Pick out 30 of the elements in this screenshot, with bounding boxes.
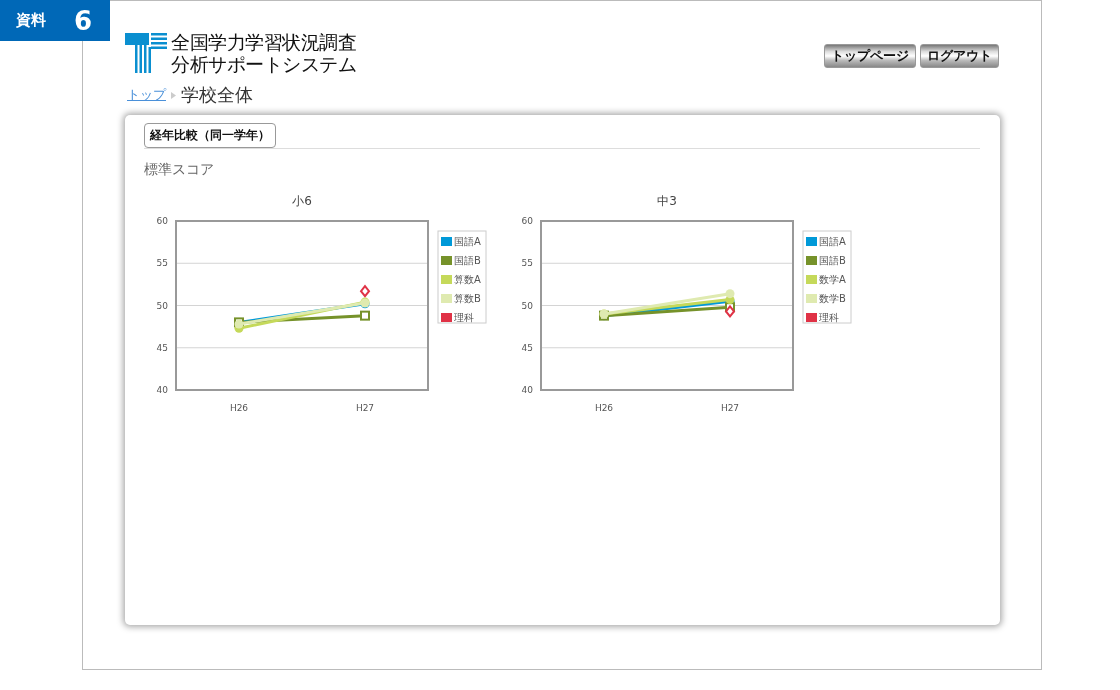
legend-label: 理科 xyxy=(454,312,474,323)
y-tick-label: 40 xyxy=(156,385,168,395)
system-title: 全国学力学習状況調査 分析サポートシステム xyxy=(171,31,356,75)
legend-label: 算数A xyxy=(454,274,481,285)
x-tick-label: H27 xyxy=(720,403,740,413)
legend-label: 理科 xyxy=(819,312,839,323)
y-tick-label: 45 xyxy=(156,342,168,353)
legend-label: 数学B xyxy=(819,293,846,304)
y-tick-label: 50 xyxy=(156,300,168,311)
chart-title: 小6 xyxy=(292,194,312,208)
y-tick-label: 55 xyxy=(521,258,533,269)
x-tick-label: H26 xyxy=(229,403,249,413)
document-badge: 資料 6 xyxy=(0,0,110,41)
chart-title: 中3 xyxy=(657,194,677,208)
y-tick-label: 55 xyxy=(156,258,168,269)
y-tick-label: 60 xyxy=(521,216,533,226)
legend-label: 国語A xyxy=(819,236,846,247)
page-title: 学校全体 xyxy=(181,83,253,107)
y-tick-label: 50 xyxy=(521,300,533,311)
y-tick-label: 40 xyxy=(521,385,533,395)
y-tick-label: 45 xyxy=(521,342,533,353)
legend-label: 算数B xyxy=(454,293,481,304)
legend-label: 数学A xyxy=(819,274,846,285)
x-tick-label: H27 xyxy=(355,403,375,413)
x-tick-label: H26 xyxy=(594,403,614,413)
section-label: 標準スコア xyxy=(144,161,215,179)
legend-label: 国語A xyxy=(454,236,481,247)
legend-label: 国語B xyxy=(454,255,481,266)
legend-label: 国語B xyxy=(819,255,846,266)
y-tick-label: 60 xyxy=(156,216,168,226)
